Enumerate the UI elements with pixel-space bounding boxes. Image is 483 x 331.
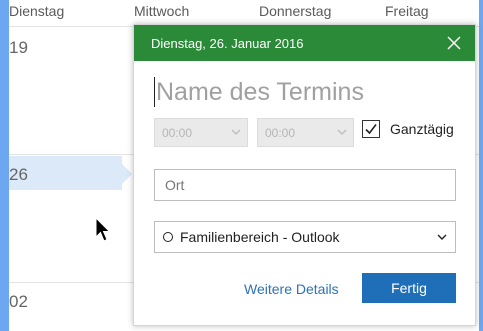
chevron-down-icon xyxy=(437,234,447,240)
all-day-label: Ganztägig xyxy=(390,121,454,137)
chevron-down-icon xyxy=(231,129,241,135)
day-headers: Dienstag Mittwoch Donnerstag Freitag xyxy=(9,0,479,22)
date-label-02[interactable]: 02 xyxy=(9,292,28,312)
day-header-thursday: Donnerstag xyxy=(259,3,332,19)
date-label-19[interactable]: 19 xyxy=(9,38,28,58)
calendar-select-value: Familienbereich - Outlook xyxy=(163,229,340,245)
popup-header: Dienstag, 26. Januar 2016 xyxy=(134,25,475,61)
day-header-wednesday: Mittwoch xyxy=(134,3,190,19)
all-day-checkbox[interactable] xyxy=(362,120,380,138)
date-label-26[interactable]: 26 xyxy=(9,165,28,185)
text-caret xyxy=(154,77,155,107)
start-time-select[interactable]: 00:00 xyxy=(154,118,248,147)
mouse-pointer-icon xyxy=(95,217,111,242)
close-icon[interactable] xyxy=(447,36,461,50)
window-edge-right xyxy=(479,0,483,331)
start-time-value: 00:00 xyxy=(162,125,193,140)
all-day-toggle[interactable]: Ganztägig xyxy=(362,120,454,138)
window-edge-left xyxy=(0,0,9,331)
popup-pointer xyxy=(122,164,132,184)
done-button[interactable]: Fertig xyxy=(362,273,456,303)
event-title-input[interactable] xyxy=(154,75,456,109)
calendar-name: Familienbereich - Outlook xyxy=(180,229,340,245)
circle-icon xyxy=(163,232,173,242)
day-header-tuesday: Dienstag xyxy=(9,3,65,19)
location-input[interactable]: Ort xyxy=(154,169,456,201)
popup-date-title: Dienstag, 26. Januar 2016 xyxy=(151,35,304,51)
more-details-link[interactable]: Weitere Details xyxy=(244,281,339,297)
location-placeholder: Ort xyxy=(165,177,185,193)
new-event-popup: Dienstag, 26. Januar 2016 00:00 00:00 Ga… xyxy=(133,24,476,326)
end-time-select[interactable]: 00:00 xyxy=(257,118,354,147)
day-header-friday: Freitag xyxy=(385,3,429,19)
checkmark-icon xyxy=(365,124,377,135)
chevron-down-icon xyxy=(337,129,347,135)
calendar-select[interactable]: Familienbereich - Outlook xyxy=(154,221,456,253)
end-time-value: 00:00 xyxy=(265,125,296,140)
